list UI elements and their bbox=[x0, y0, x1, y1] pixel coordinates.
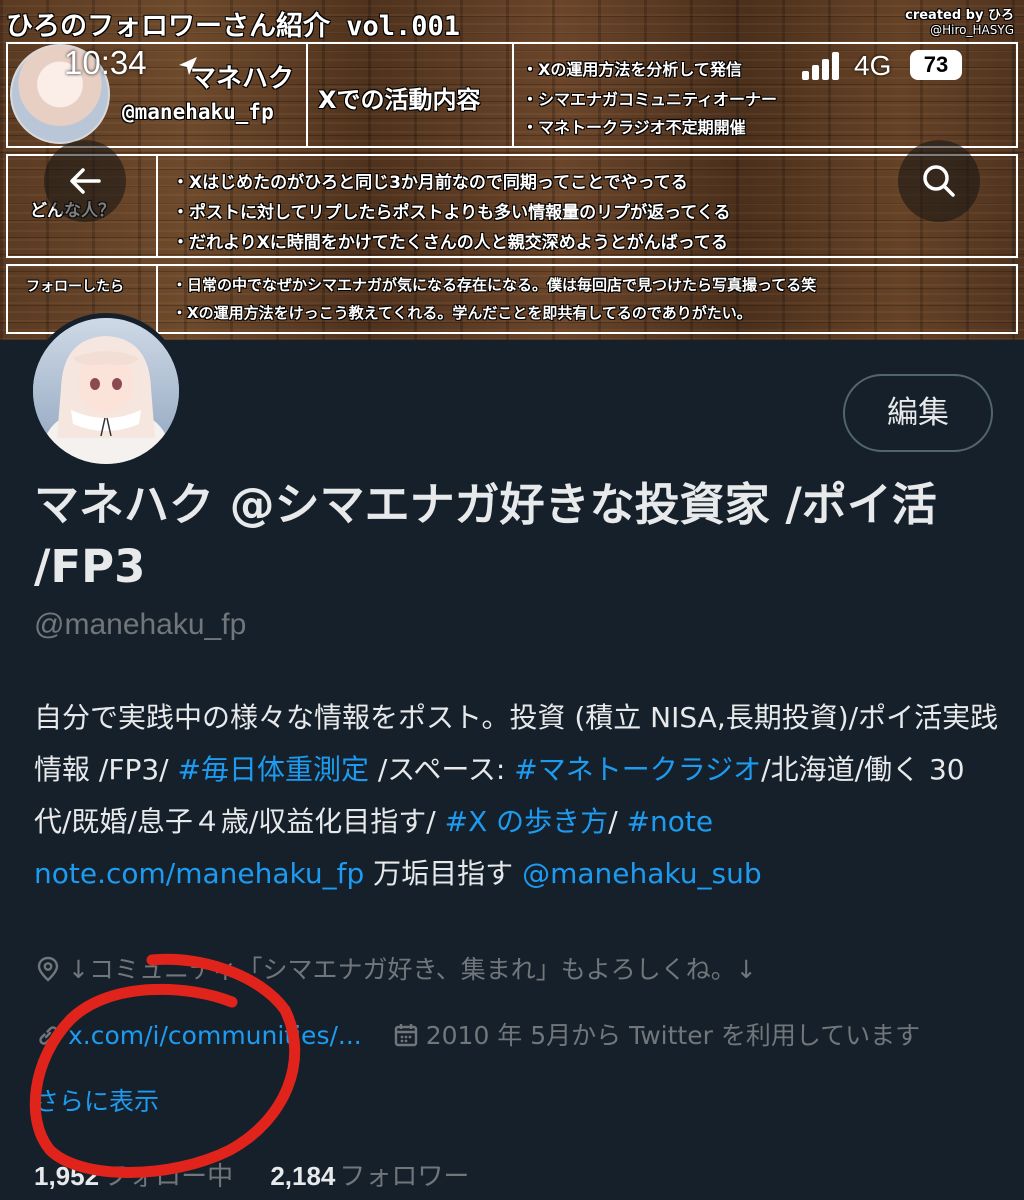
banner-activity-item: ・Xの運用方法を分析して発信 bbox=[522, 60, 742, 79]
bio-hashtag-link[interactable]: #X の歩き方 bbox=[445, 805, 609, 838]
back-arrow-icon bbox=[70, 168, 101, 194]
banner-who-item: ・だれよりXに時間をかけてたくさんの人と親交深めようとがんばってる bbox=[172, 233, 728, 253]
followers-label: フォロワー bbox=[339, 1161, 470, 1191]
battery-icon: 73 bbox=[910, 50, 962, 80]
banner-activity-item: ・シマエナガコミュニティオーナー bbox=[522, 90, 778, 109]
banner-credit: created by ひろ bbox=[905, 8, 1014, 23]
back-button[interactable] bbox=[44, 140, 126, 222]
calendar-icon bbox=[394, 1024, 417, 1047]
location-text: ↓コミュニティ「シマエナガ好き、集まれ」もよろしくね。↓ bbox=[68, 955, 757, 984]
bio-url-link[interactable]: note.com/manehaku_fp bbox=[34, 857, 364, 890]
banner-who-item: ・ポストに対してリプしたらポストよりも多い情報量のリプが返ってくる bbox=[172, 203, 731, 223]
location-pin-icon bbox=[37, 956, 59, 982]
joined-date: 2010 年 5月から Twitter を利用しています bbox=[425, 1021, 921, 1050]
profile-meta-row: x.com/i/communities/... 2010 年 5月から Twit… bbox=[34, 1016, 1014, 1052]
signal-strength-icon bbox=[802, 52, 842, 80]
bio-mention-link[interactable]: @manehaku_sub bbox=[522, 857, 762, 890]
banner-title: ひろのフォロワーさん紹介 vol.001 bbox=[6, 11, 461, 42]
edit-profile-button[interactable]: 編集 bbox=[843, 374, 993, 452]
avatar-illustration bbox=[33, 318, 179, 464]
banner-who-item: ・Xはじめたのがひろと同じ3か月前なので同期ってことでやってる bbox=[172, 173, 688, 193]
bio-text: 万垢目指す bbox=[364, 857, 523, 890]
profile-username: @manehaku_fp bbox=[34, 608, 247, 641]
banner-credit-handle: @Hiro_HASYG bbox=[930, 23, 1014, 37]
bio-hashtag-link[interactable]: #note bbox=[627, 805, 714, 838]
banner-follow-item: ・日常の中でなぜかシマエナガが気になる存在になる。僕は毎回店で見つけたら写真撮っ… bbox=[172, 276, 817, 294]
banner-handle: @manehaku_fp bbox=[122, 100, 274, 124]
search-button[interactable] bbox=[898, 140, 980, 222]
banner-name: マネハク bbox=[190, 64, 295, 94]
battery-level: 73 bbox=[923, 52, 949, 77]
bio-hashtag-link[interactable]: #毎日体重測定 bbox=[177, 753, 368, 786]
profile-bio: 自分で実践中の様々な情報をポスト。投資 (積立 NISA,長期投資)/ポイ活実践… bbox=[34, 692, 1004, 900]
show-more-link[interactable]: さらに表示 bbox=[34, 1082, 159, 1118]
bio-text: / bbox=[608, 805, 627, 838]
network-type: 4G bbox=[854, 50, 892, 81]
bio-text: /スペース: bbox=[368, 753, 515, 786]
banner-activity-label: Xでの活動内容 bbox=[318, 86, 481, 114]
following-stat[interactable]: 1,952 フォロー中 bbox=[34, 1161, 233, 1191]
banner-follow-label: フォローしたら bbox=[26, 279, 124, 295]
banner-follow-item: ・Xの運用方法をけっこう教えてくれる。学んだことを即共有してるのでありがたい。 bbox=[172, 304, 752, 322]
following-count: 1,952 bbox=[34, 1161, 100, 1191]
follow-stats: 1,952 フォロー中 2,184 フォロワー bbox=[34, 1156, 469, 1193]
location-arrow-icon bbox=[179, 57, 197, 75]
followers-count: 2,184 bbox=[270, 1161, 336, 1191]
profile-location: ↓コミュニティ「シマエナガ好き、集まれ」もよろしくね。↓ bbox=[34, 950, 757, 986]
profile-display-name: マネハク @シマエナガ好きな投資家 /ポイ活 /FP3 bbox=[34, 478, 937, 593]
profile-avatar[interactable] bbox=[28, 313, 184, 469]
search-icon bbox=[923, 165, 955, 197]
bio-hashtag-link[interactable]: #マネトークラジオ bbox=[514, 753, 761, 786]
followers-stat[interactable]: 2,184 フォロワー bbox=[270, 1161, 469, 1191]
profile-website-link[interactable]: x.com/i/communities/... bbox=[68, 1021, 362, 1050]
following-label: フォロー中 bbox=[103, 1161, 234, 1191]
link-icon bbox=[39, 1026, 58, 1045]
banner-activity-item: ・マネトークラジオ不定期開催 bbox=[522, 118, 746, 137]
status-time: 10:34 bbox=[64, 44, 147, 81]
